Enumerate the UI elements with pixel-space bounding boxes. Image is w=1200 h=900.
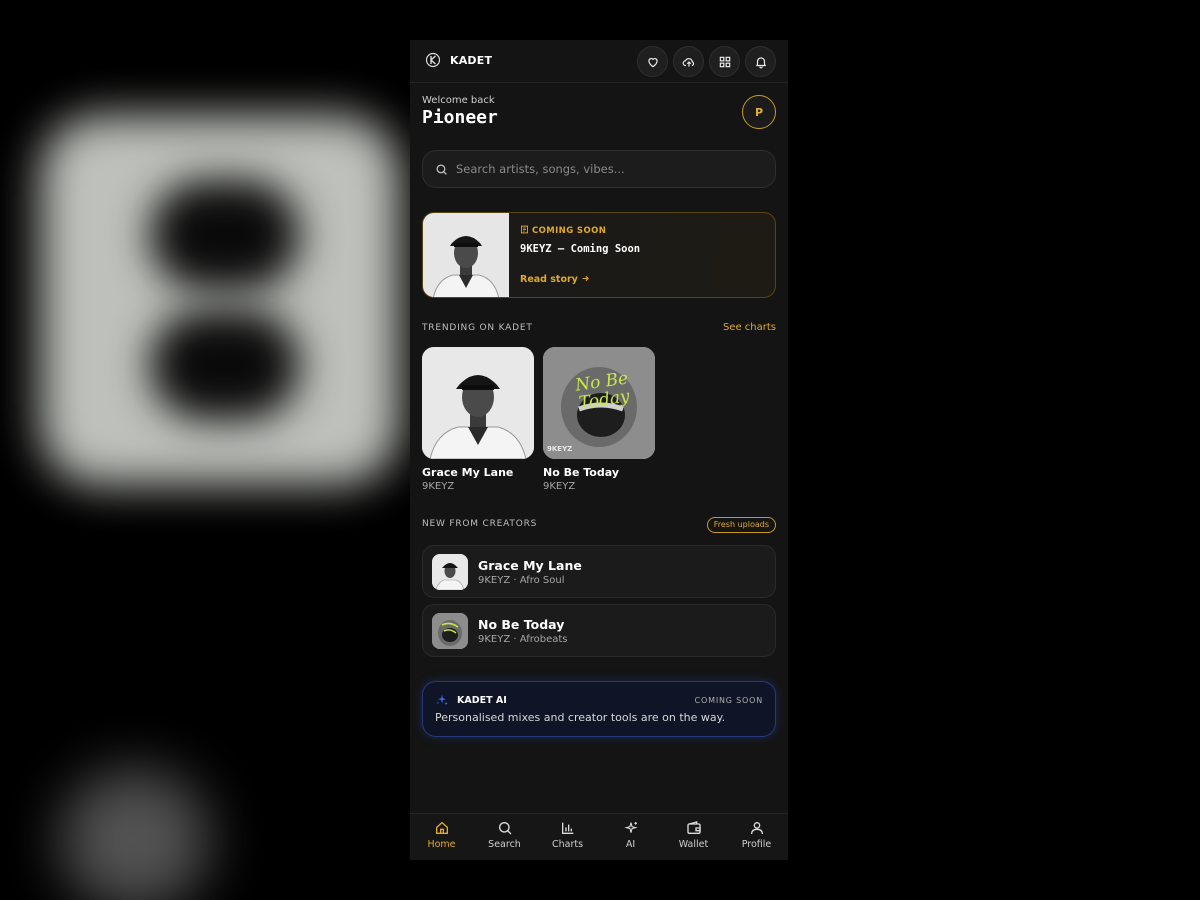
nav-charts[interactable]: Charts — [536, 820, 599, 850]
heart-icon — [647, 57, 658, 67]
track-thumbnail — [432, 554, 468, 590]
search-icon — [498, 822, 511, 835]
promo-tag: COMING SOON — [532, 226, 607, 236]
blurred-logo — [40, 115, 400, 485]
sparkles-icon — [623, 822, 638, 833]
search-input[interactable] — [456, 160, 756, 178]
brand-name: KADET — [450, 54, 493, 67]
track-title: Grace My Lane — [478, 558, 582, 573]
newspaper-icon — [521, 225, 528, 234]
upload-button[interactable] — [673, 46, 704, 77]
trending-card[interactable]: No Be Today 9KEYZ No Be Today 9KEYZ — [543, 347, 655, 492]
ai-status: COMING SOON — [694, 696, 763, 705]
cloud-upload-icon — [682, 57, 694, 67]
track-title: Grace My Lane — [422, 466, 514, 479]
track-title: No Be Today — [478, 617, 565, 632]
ai-description: Personalised mixes and creator tools are… — [435, 711, 726, 724]
list-item[interactable]: No Be Today 9KEYZ · Afrobeats — [422, 604, 776, 657]
bar-chart-icon — [561, 822, 573, 834]
bottom-nav: Home Search Charts AI Wallet Profile — [410, 813, 788, 860]
avatar[interactable]: P — [742, 95, 776, 129]
user-name: Pioneer — [422, 107, 498, 128]
user-icon — [750, 822, 763, 835]
artist-photo — [423, 213, 509, 297]
track-thumbnail — [432, 613, 468, 649]
search-icon — [436, 164, 447, 175]
promo-title: 9KEYZ — Coming Soon — [520, 243, 641, 255]
wallet-icon — [686, 821, 701, 834]
ai-label: KADET AI — [457, 695, 507, 706]
nav-wallet[interactable]: Wallet — [662, 820, 725, 850]
nav-search[interactable]: Search — [473, 820, 536, 850]
promo-card[interactable]: COMING SOON 9KEYZ — Coming Soon Read sto… — [422, 212, 776, 298]
track-meta: 9KEYZ · Afrobeats — [478, 634, 568, 645]
kadet-logo-icon[interactable] — [426, 52, 440, 68]
trending-card[interactable]: Grace My Lane 9KEYZ — [422, 347, 534, 492]
list-item[interactable]: Grace My Lane 9KEYZ · Afro Soul — [422, 545, 776, 598]
nav-profile[interactable]: Profile — [725, 820, 788, 850]
app-screen: KADET Welcome back Pioneer P Search arti… — [410, 40, 788, 860]
sparkles-icon — [436, 694, 448, 706]
read-story-link[interactable]: Read story — [520, 274, 590, 285]
track-meta: 9KEYZ · Afro Soul — [478, 575, 565, 586]
see-charts-link[interactable]: See charts — [723, 322, 776, 333]
track-title: No Be Today — [543, 466, 619, 479]
album-art — [422, 347, 534, 459]
notifications-button[interactable] — [745, 46, 776, 77]
home-icon — [435, 821, 448, 834]
kadet-ai-card[interactable]: KADET AI COMING SOON Personalised mixes … — [422, 681, 776, 737]
album-art-label: 9KEYZ — [547, 445, 573, 453]
welcome-text: Welcome back — [422, 95, 495, 106]
fresh-uploads-chip[interactable]: Fresh uploads — [706, 517, 776, 533]
top-bar: KADET — [410, 40, 788, 83]
track-artist: 9KEYZ — [422, 481, 455, 492]
favorites-button[interactable] — [637, 46, 668, 77]
track-artist: 9KEYZ — [543, 481, 576, 492]
album-art: No Be Today 9KEYZ — [543, 347, 655, 459]
trending-section-title: TRENDING ON KADET — [422, 323, 533, 333]
search-bar[interactable] — [422, 150, 776, 188]
apps-button[interactable] — [709, 46, 740, 77]
creators-section-title: NEW FROM CREATORS — [422, 519, 538, 529]
nav-ai[interactable]: AI — [599, 820, 662, 850]
nav-home[interactable]: Home — [410, 820, 473, 850]
grid-icon — [719, 56, 730, 67]
arrow-right-icon — [582, 275, 590, 282]
bell-icon — [755, 56, 766, 68]
